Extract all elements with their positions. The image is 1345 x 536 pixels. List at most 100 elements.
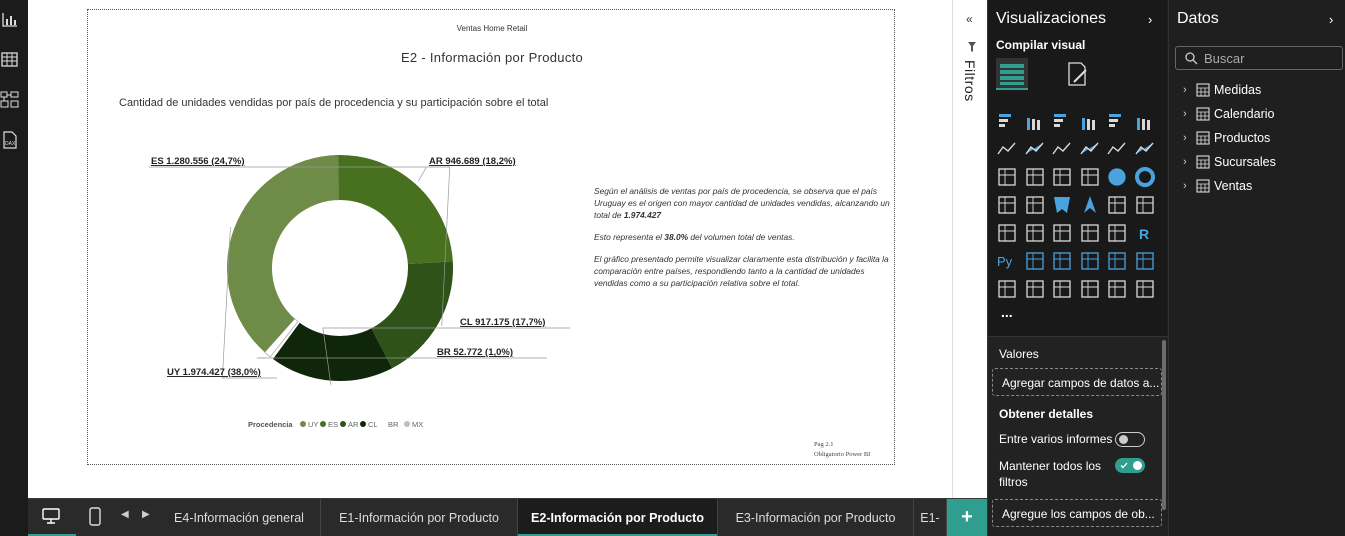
pie-icon[interactable]: [1106, 166, 1128, 188]
legend-item-ar[interactable]: AR: [348, 420, 359, 429]
data-collapse-chevron-icon[interactable]: ›: [1329, 12, 1333, 27]
decomposition-tree-icon[interactable]: [1051, 250, 1073, 272]
waterfall-icon[interactable]: [1106, 138, 1128, 160]
stacked-column-icon[interactable]: [1024, 110, 1046, 132]
legend-item-es[interactable]: ES: [328, 420, 338, 429]
stacked-area-icon[interactable]: [1051, 138, 1073, 160]
donut-chart[interactable]: ES 1.280.556 (24,7%) AR 946.689 (18,2%) CL…: [88, 10, 648, 450]
shapes-icon[interactable]: [1079, 278, 1101, 300]
chevron-right-icon[interactable]: ›: [1183, 84, 1195, 96]
clustered-bar-icon[interactable]: [1051, 110, 1073, 132]
ribbon-chart-icon[interactable]: [1024, 166, 1046, 188]
donut-slice-es[interactable]: [335, 155, 453, 265]
map-icon[interactable]: [1024, 194, 1046, 216]
more-visuals-button[interactable]: ...: [1001, 304, 1013, 320]
matrix-icon[interactable]: [1106, 222, 1128, 244]
donut-icon[interactable]: [1134, 166, 1156, 188]
table-icon[interactable]: [1079, 222, 1101, 244]
python-visual-icon[interactable]: Py: [996, 250, 1018, 272]
analysis-paragraph-2: Esto representa el 38.0% del volumen tot…: [594, 231, 795, 242]
ribbon-icon[interactable]: [1079, 138, 1101, 160]
key-influencers-icon[interactable]: [1024, 250, 1046, 272]
search-box[interactable]: Buscar: [1175, 46, 1343, 70]
table-name: Productos: [1214, 131, 1271, 145]
report-view-icon[interactable]: [0, 10, 20, 30]
add-page-button[interactable]: +: [947, 499, 987, 536]
cross-report-toggle[interactable]: [1115, 432, 1145, 447]
100-bar-icon[interactable]: [1106, 110, 1128, 132]
analysis-paragraph-1: Según el análisis de ventas por país de …: [594, 186, 890, 220]
legend-item-uy[interactable]: UY: [308, 420, 318, 429]
azure-map-icon[interactable]: [1079, 194, 1101, 216]
stacked-bar-icon[interactable]: [996, 110, 1018, 132]
slicer-icon[interactable]: [1051, 222, 1073, 244]
legend-item-br[interactable]: BR: [388, 420, 399, 429]
table-item-medidas[interactable]: › Medidas: [1183, 80, 1261, 100]
legend-item-mx[interactable]: MX: [412, 420, 423, 429]
drillthrough-drop-zone[interactable]: Agregue los campos de ob...: [992, 499, 1162, 527]
analysis-text: Según el análisis de ventas por país de …: [594, 186, 894, 299]
page-tab[interactable]: E1-Información por Producto: [321, 499, 518, 536]
chevron-right-icon[interactable]: ›: [1183, 108, 1195, 120]
table-view-icon[interactable]: [0, 50, 20, 70]
donut-slice-uy[interactable]: [226, 155, 340, 353]
data-label-br: BR 52.772 (1,0%): [437, 347, 513, 358]
scatter-icon[interactable]: [1079, 166, 1101, 188]
table-name: Sucursales: [1214, 155, 1276, 169]
table-icon: [1196, 131, 1210, 145]
page-tab[interactable]: E2-Información por Producto: [518, 499, 718, 536]
legend-item-cl[interactable]: CL: [368, 420, 378, 429]
power-apps-2-icon[interactable]: [1106, 278, 1128, 300]
collapse-chevron-icon[interactable]: ›: [1148, 12, 1152, 27]
data-label-es: ES 1.280.556 (24,7%): [151, 156, 244, 167]
dax-query-icon[interactable]: DAX: [0, 130, 20, 150]
chevron-right-icon[interactable]: ›: [1183, 180, 1195, 192]
kpi-icon[interactable]: [1024, 222, 1046, 244]
paginated-report-icon[interactable]: [996, 278, 1018, 300]
treemap-icon[interactable]: [996, 194, 1018, 216]
pane-scrollbar[interactable]: [1162, 340, 1166, 510]
data-label-uy: UY 1.974.427 (38,0%): [167, 367, 261, 378]
build-visual-tab[interactable]: [996, 58, 1028, 90]
filters-pane-collapsed[interactable]: « Filtros: [952, 0, 987, 498]
smart-narrative-icon[interactable]: [1106, 250, 1128, 272]
card-icon[interactable]: [1134, 194, 1156, 216]
mobile-layout-icon[interactable]: [88, 507, 102, 527]
chevron-right-icon[interactable]: ›: [1183, 156, 1195, 168]
data-label-cl: CL 917.175 (17,7%): [460, 317, 545, 328]
page-tab[interactable]: E4-Información general: [158, 499, 321, 536]
power-automate-2-icon[interactable]: [1134, 278, 1156, 300]
tabs-next-icon[interactable]: ▶: [142, 509, 150, 520]
table-item-calendario[interactable]: › Calendario: [1183, 104, 1274, 124]
multi-card-icon[interactable]: [996, 222, 1018, 244]
page-tab[interactable]: E1-: [914, 499, 947, 536]
page-tab[interactable]: E3-Información por Producto: [718, 499, 914, 536]
table-item-ventas[interactable]: › Ventas: [1183, 176, 1252, 196]
gauge-icon[interactable]: [1106, 194, 1128, 216]
line-clustered-icon[interactable]: [996, 166, 1018, 188]
model-view-icon[interactable]: [0, 90, 20, 110]
metrics-icon[interactable]: [1134, 250, 1156, 272]
desktop-layout-button[interactable]: [28, 499, 76, 536]
power-apps-icon[interactable]: [1051, 278, 1073, 300]
keep-filters-toggle[interactable]: [1115, 458, 1145, 473]
area-chart-icon[interactable]: [1024, 138, 1046, 160]
clustered-column-icon[interactable]: [1079, 110, 1101, 132]
values-drop-zone[interactable]: Agregar campos de datos a...: [992, 368, 1162, 396]
table-item-productos[interactable]: › Productos: [1183, 128, 1270, 148]
filled-map-icon[interactable]: [1051, 194, 1073, 216]
table-item-sucursales[interactable]: › Sucursales: [1183, 152, 1276, 172]
r-visual-icon[interactable]: R: [1134, 222, 1156, 244]
chevron-right-icon[interactable]: ›: [1183, 132, 1195, 144]
filters-label[interactable]: Filtros: [962, 60, 978, 102]
visualizations-title: Visualizaciones: [996, 10, 1106, 27]
power-automate-icon[interactable]: [1024, 278, 1046, 300]
line-chart-icon[interactable]: [996, 138, 1018, 160]
format-visual-icon[interactable]: [1064, 60, 1092, 88]
tabs-prev-icon[interactable]: ◀: [121, 509, 129, 520]
expand-chevron-icon[interactable]: «: [966, 12, 973, 26]
qa-icon[interactable]: [1079, 250, 1101, 272]
line-column-icon[interactable]: [1134, 138, 1156, 160]
funnel-icon[interactable]: [1051, 166, 1073, 188]
100-column-icon[interactable]: [1134, 110, 1156, 132]
